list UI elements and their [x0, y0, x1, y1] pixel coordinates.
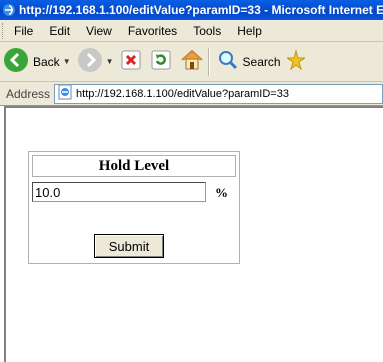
hold-level-form: Hold Level % Submit: [28, 151, 240, 264]
address-field[interactable]: http://192.168.1.100/editValue?paramID=3…: [54, 83, 383, 104]
back-label: Back: [33, 54, 60, 69]
page-icon: [57, 84, 73, 103]
back-button[interactable]: Back ▼: [3, 45, 74, 79]
menu-file[interactable]: File: [6, 24, 41, 38]
submit-button[interactable]: Submit: [94, 234, 164, 258]
title-bar[interactable]: http://192.168.1.100/editValue?paramID=3…: [0, 0, 383, 20]
forward-button[interactable]: ▼: [77, 45, 117, 79]
hold-level-input[interactable]: [32, 182, 206, 202]
form-title: Hold Level: [32, 155, 236, 177]
toolbar-separator: [207, 47, 210, 76]
search-label: Search: [242, 54, 281, 69]
home-button[interactable]: [180, 45, 204, 79]
address-url: http://192.168.1.100/editValue?paramID=3…: [76, 87, 289, 100]
back-dropdown-icon[interactable]: ▼: [63, 57, 71, 66]
menu-tools[interactable]: Tools: [185, 24, 229, 38]
back-arrow-icon: [3, 47, 29, 76]
search-icon: [217, 49, 239, 74]
menu-view[interactable]: View: [78, 24, 120, 38]
address-bar: Address http://192.168.1.100/editValue?p…: [0, 82, 383, 106]
stop-button[interactable]: [120, 45, 142, 79]
stop-icon: [120, 49, 142, 74]
unit-label: %: [215, 185, 228, 200]
favorites-button[interactable]: [284, 45, 307, 79]
menu-favorites[interactable]: Favorites: [120, 24, 185, 38]
address-label: Address: [6, 86, 51, 101]
refresh-button[interactable]: [150, 45, 172, 79]
search-button[interactable]: Search: [217, 45, 281, 79]
menu-bar: File Edit View Favorites Tools Help: [0, 20, 383, 42]
window-title: http://192.168.1.100/editValue?paramID=3…: [19, 3, 383, 17]
forward-dropdown-icon[interactable]: ▼: [106, 57, 114, 66]
refresh-icon: [150, 49, 172, 74]
home-icon: [180, 49, 204, 74]
menu-help[interactable]: Help: [229, 24, 270, 38]
browser-window: http://192.168.1.100/editValue?paramID=3…: [0, 0, 383, 362]
forward-arrow-icon: [77, 47, 103, 76]
page-viewport: Hold Level % Submit: [4, 106, 383, 362]
star-icon: [284, 49, 307, 74]
ie-icon: [2, 3, 16, 17]
toolbar: Back ▼ ▼ Search: [0, 42, 383, 82]
menu-edit[interactable]: Edit: [41, 24, 78, 38]
